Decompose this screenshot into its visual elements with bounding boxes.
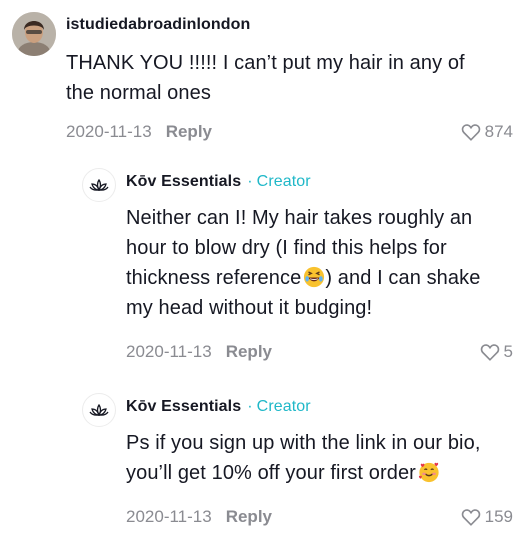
reply-button[interactable]: Reply xyxy=(226,342,272,361)
like-count: 5 xyxy=(503,342,513,361)
reply-username-text[interactable]: Kōv Essentials xyxy=(126,173,241,190)
reply-text-line: my head without it budging! xyxy=(126,297,373,319)
reply-username: Kōv Essentials · Creator xyxy=(126,173,311,191)
heart-icon xyxy=(461,124,480,141)
reply-username-text[interactable]: Kōv Essentials xyxy=(126,398,241,415)
like-button[interactable]: 5 xyxy=(480,342,513,362)
reply-date: 2020-11-13 xyxy=(126,507,212,526)
comment-meta: 2020-11-13 Reply xyxy=(66,122,212,142)
comment-text-line: the normal ones xyxy=(66,82,211,104)
reply-text-segment: thickness reference xyxy=(126,267,302,289)
like-button[interactable]: 159 xyxy=(461,507,513,527)
separator-dot: · xyxy=(247,398,253,415)
reply-username: Kōv Essentials · Creator xyxy=(126,398,311,416)
reply-text-line: Ps if you sign up with the link in our b… xyxy=(126,432,481,454)
lotus-logo-icon xyxy=(89,403,109,417)
comment-username[interactable]: istudiedabroadinlondon xyxy=(66,16,250,34)
like-count: 874 xyxy=(484,122,513,141)
reply-text: Ps if you sign up with the link in our b… xyxy=(126,428,516,488)
creator-badge: Creator xyxy=(256,398,311,415)
smiling-face-with-hearts-emoji-icon xyxy=(418,462,439,483)
heart-icon xyxy=(480,344,499,361)
like-button[interactable]: 874 xyxy=(461,122,513,142)
creator-avatar[interactable] xyxy=(82,168,116,202)
reply-text-segment: you’ll get 10% off your first order xyxy=(126,462,416,484)
separator-dot: · xyxy=(247,173,253,190)
like-count: 159 xyxy=(484,507,513,526)
reply-meta: 2020-11-13 Reply xyxy=(126,507,272,527)
heart-icon xyxy=(461,509,480,526)
reply-text-segment: ) and I can shake xyxy=(325,267,481,289)
lotus-logo-icon xyxy=(89,178,109,192)
comment-date: 2020-11-13 xyxy=(66,122,152,141)
comment-text: THANK YOU !!!!! I can’t put my hair in a… xyxy=(66,48,506,108)
laughing-face-emoji-icon xyxy=(304,266,325,288)
reply-text-line: thickness reference ) and I can shake xyxy=(126,263,516,293)
reply-text-line: you’ll get 10% off your first order xyxy=(126,458,516,488)
user-avatar-image xyxy=(12,12,56,56)
reply-text-line: Neither can I! My hair takes roughly an xyxy=(126,207,473,229)
reply-meta: 2020-11-13 Reply xyxy=(126,342,272,362)
creator-avatar[interactable] xyxy=(82,393,116,427)
reply-button[interactable]: Reply xyxy=(166,122,212,141)
creator-badge: Creator xyxy=(256,173,311,190)
comment-text-line: THANK YOU !!!!! I can’t put my hair in a… xyxy=(66,52,465,74)
reply-text-line: hour to blow dry (I find this helps for xyxy=(126,237,447,259)
reply-button[interactable]: Reply xyxy=(226,507,272,526)
reply-text: Neither can I! My hair takes roughly an … xyxy=(126,203,516,323)
reply-date: 2020-11-13 xyxy=(126,342,212,361)
user-avatar[interactable] xyxy=(12,12,56,56)
